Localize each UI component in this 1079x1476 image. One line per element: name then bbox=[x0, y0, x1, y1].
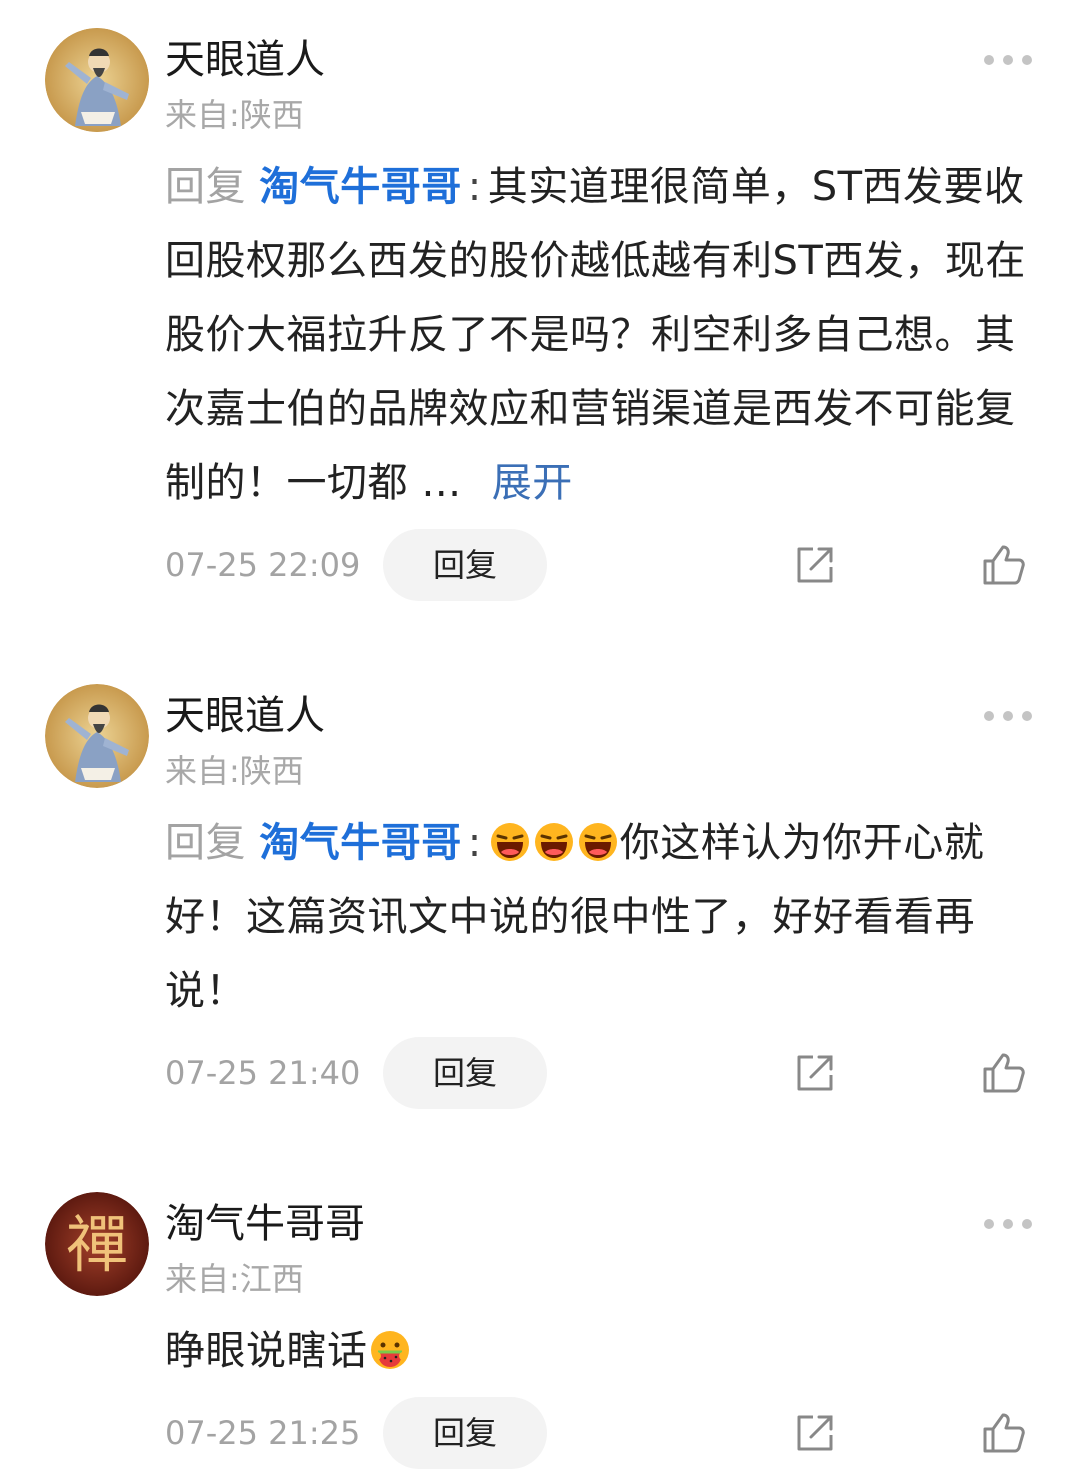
reply-prefix: 回复 bbox=[165, 820, 246, 866]
more-dots-icon[interactable] bbox=[984, 52, 1032, 68]
reply-button[interactable]: 回复 bbox=[383, 529, 547, 601]
thumbs-up-icon[interactable] bbox=[979, 1409, 1027, 1457]
expand-link[interactable]: 展开 bbox=[492, 460, 573, 506]
thumbs-up-icon[interactable] bbox=[979, 1049, 1027, 1097]
comment-item: 天眼道人 来自:陕西 回复 淘气牛哥哥: 其实道理很简单，ST西发要收回股权那么西… bbox=[0, 0, 1079, 620]
colon: : bbox=[467, 164, 482, 210]
more-dots-icon[interactable] bbox=[984, 1216, 1032, 1232]
comment-body: 回复 淘气牛哥哥: 你这样认为你开心就好！这篇资讯文中说的很中性了，好好看看再说！ bbox=[165, 806, 1037, 1028]
comment-item: 禪 淘气牛哥哥 来自:江西 睁眼说瞎话 07-25 21:25 回复 bbox=[0, 1164, 1079, 1476]
comment-body: 睁眼说瞎话 bbox=[165, 1314, 1037, 1388]
reply-prefix: 回复 bbox=[165, 164, 246, 210]
mention-link[interactable]: 淘气牛哥哥 bbox=[259, 164, 462, 210]
user-avatar[interactable] bbox=[45, 684, 149, 788]
comment-text: 睁眼说瞎话 bbox=[165, 1328, 368, 1374]
timestamp: 07-25 22:09 bbox=[165, 546, 361, 584]
zen-calligraphy-avatar: 禪 bbox=[45, 1192, 149, 1296]
user-avatar[interactable] bbox=[45, 28, 149, 132]
laughing-emoji bbox=[490, 822, 530, 862]
comment-text: 其实道理很简单，ST西发要收回股权那么西发的股价越低越有利ST西发，现在股价大福… bbox=[165, 164, 1026, 506]
timestamp: 07-25 21:40 bbox=[165, 1054, 361, 1092]
taoist-figure-avatar bbox=[45, 28, 149, 132]
laughing-emoji bbox=[534, 822, 574, 862]
comment-body: 回复 淘气牛哥哥: 其实道理很简单，ST西发要收回股权那么西发的股价越低越有利ST… bbox=[165, 150, 1037, 520]
location-label: 来自:陕西 bbox=[165, 96, 304, 134]
location-label: 来自:江西 bbox=[165, 1260, 304, 1298]
svg-text:禪: 禪 bbox=[66, 1208, 128, 1281]
watermelon-face-emoji bbox=[370, 1330, 410, 1370]
thumbs-up-icon[interactable] bbox=[979, 541, 1027, 589]
laughing-emoji bbox=[578, 822, 618, 862]
location-label: 来自:陕西 bbox=[165, 752, 304, 790]
colon: : bbox=[467, 820, 482, 866]
share-icon[interactable] bbox=[791, 541, 839, 589]
mention-link[interactable]: 淘气牛哥哥 bbox=[259, 820, 462, 866]
taoist-figure-avatar bbox=[45, 684, 149, 788]
share-icon[interactable] bbox=[791, 1049, 839, 1097]
user-avatar[interactable]: 禪 bbox=[45, 1192, 149, 1296]
reply-button[interactable]: 回复 bbox=[383, 1037, 547, 1109]
share-icon[interactable] bbox=[791, 1409, 839, 1457]
username[interactable]: 天眼道人 bbox=[165, 690, 325, 742]
comment-item: 天眼道人 来自:陕西 回复 淘气牛哥哥: 你这样认为你开心就好！这篇资讯文中说的很… bbox=[0, 656, 1079, 1126]
more-dots-icon[interactable] bbox=[984, 708, 1032, 724]
username[interactable]: 天眼道人 bbox=[165, 34, 325, 86]
reply-button[interactable]: 回复 bbox=[383, 1397, 547, 1469]
username[interactable]: 淘气牛哥哥 bbox=[165, 1198, 365, 1250]
timestamp: 07-25 21:25 bbox=[165, 1414, 361, 1452]
